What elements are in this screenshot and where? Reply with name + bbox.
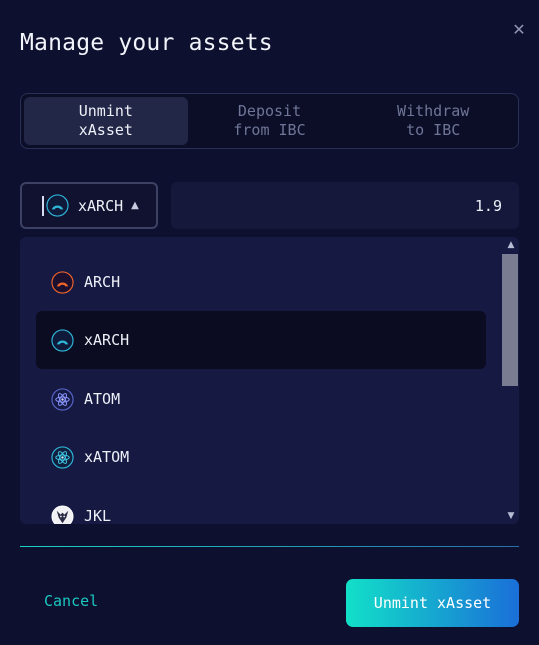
xarch-coin-icon	[51, 328, 74, 352]
modal-title: Manage your assets	[20, 30, 273, 56]
option-label: ARCH	[84, 273, 121, 291]
option-label: JKL	[84, 507, 112, 524]
list-item-jkl[interactable]: JKL	[36, 487, 486, 524]
cancel-button[interactable]: Cancel	[44, 592, 98, 610]
text-caret	[42, 195, 44, 216]
selected-asset-label: xARCH	[78, 196, 124, 215]
close-icon[interactable]: ✕	[509, 20, 529, 40]
asset-dropdown-list: ARCH xARCH ATOM xATOM JKL ▲ ▼	[20, 237, 519, 524]
atom-coin-icon	[51, 387, 74, 411]
asset-action-tabs: Unmint xAsset Deposit from IBC Withdraw …	[20, 93, 519, 149]
scrollbar-thumb[interactable]	[502, 254, 518, 386]
jkl-coin-icon	[51, 504, 74, 524]
list-item-xarch[interactable]: xARCH	[36, 311, 486, 369]
scroll-down-arrow-icon[interactable]: ▼	[503, 509, 519, 523]
scroll-up-arrow-icon[interactable]: ▲	[503, 238, 519, 252]
unmint-xasset-button[interactable]: Unmint xAsset	[346, 579, 519, 627]
option-label: ATOM	[84, 390, 121, 408]
chevron-up-icon: ▲	[131, 200, 139, 211]
tab-unmint-xasset[interactable]: Unmint xAsset	[24, 97, 188, 145]
arch-coin-icon	[51, 270, 74, 294]
xarch-coin-icon	[46, 194, 69, 217]
option-label: xARCH	[84, 331, 130, 349]
list-item-atom[interactable]: ATOM	[36, 370, 486, 428]
tab-withdraw-to-ibc[interactable]: Withdraw to IBC	[351, 97, 515, 145]
manage-assets-modal: Manage your assets ✕ Unmint xAsset Depos…	[0, 0, 539, 645]
option-label: xATOM	[84, 448, 130, 466]
amount-input[interactable]	[171, 182, 519, 229]
tab-deposit-from-ibc[interactable]: Deposit from IBC	[188, 97, 352, 145]
asset-select[interactable]: xARCH ▲	[20, 182, 158, 229]
list-item-arch[interactable]: ARCH	[36, 253, 486, 311]
list-item-xatom[interactable]: xATOM	[36, 428, 486, 486]
gradient-divider	[20, 546, 519, 547]
xatom-coin-icon	[51, 445, 74, 469]
